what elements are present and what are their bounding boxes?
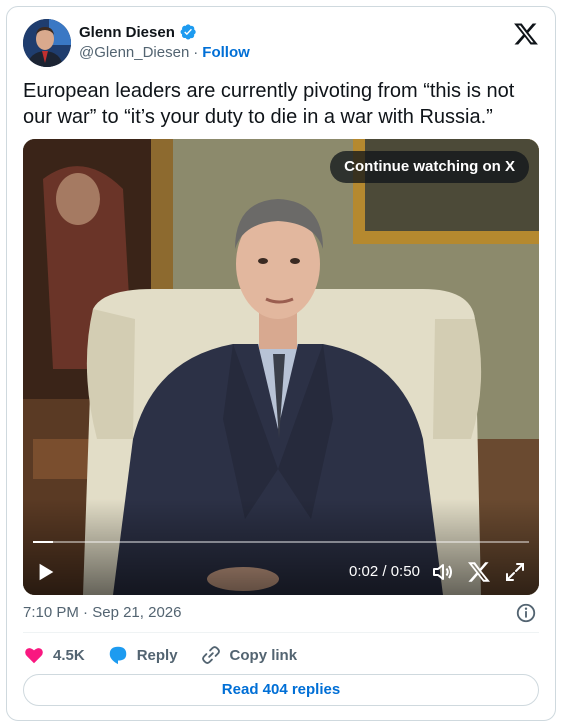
- play-icon[interactable]: [35, 561, 57, 583]
- timestamp-separator: ·: [83, 604, 89, 621]
- author-name[interactable]: Glenn Diesen: [79, 24, 175, 41]
- video-time-total: 0:50: [390, 563, 420, 580]
- read-replies-button[interactable]: Read 404 replies: [23, 674, 539, 706]
- x-video-logo-icon[interactable]: [467, 560, 491, 584]
- video-frame: [23, 139, 539, 595]
- video-time-separator: /: [378, 563, 391, 580]
- video-progress-bar[interactable]: [33, 541, 529, 543]
- info-icon[interactable]: [515, 602, 537, 624]
- heart-icon: [25, 648, 43, 664]
- reply-label: Reply: [136, 646, 178, 664]
- divider: [23, 632, 539, 633]
- video-player[interactable]: Continue watching on X 0:02 / 0:50: [23, 139, 539, 595]
- volume-icon[interactable]: [431, 560, 455, 584]
- verified-badge-icon: [180, 24, 196, 40]
- like-count: 4.5K: [53, 646, 85, 664]
- continue-watching-button[interactable]: Continue watching on X: [330, 151, 529, 183]
- video-time-current: 0:02: [349, 563, 379, 580]
- link-icon: [201, 646, 220, 664]
- video-time: 0:02 / 0:50: [349, 563, 420, 580]
- author-handle[interactable]: @Glenn_Diesen: [79, 44, 189, 61]
- reply-bubble-icon: [109, 646, 126, 665]
- reply-button[interactable]: Reply: [107, 644, 178, 666]
- tweet-date: Sep 21, 2026: [92, 604, 182, 621]
- author-handle-row: @Glenn_Diesen · Follow: [79, 44, 250, 61]
- tweet-timestamp[interactable]: 7:10 PM · Sep 21, 2026: [23, 604, 181, 621]
- tweet-text: European leaders are currently pivoting …: [23, 80, 515, 128]
- fullscreen-icon[interactable]: [503, 560, 527, 584]
- tweet-card: Glenn Diesen @Glenn_Diesen · Follow Euro…: [6, 6, 556, 721]
- like-button[interactable]: 4.5K: [23, 644, 85, 666]
- author-name-row: Glenn Diesen: [79, 23, 197, 41]
- copy-link-button[interactable]: Copy link: [200, 644, 298, 666]
- tweet-time: 7:10 PM: [23, 604, 79, 621]
- avatar[interactable]: [23, 19, 71, 67]
- tweet-actions: 4.5K Reply Copy link: [23, 644, 319, 666]
- x-logo-icon[interactable]: [513, 21, 539, 47]
- separator-dot: ·: [193, 44, 199, 61]
- video-progress-fill: [33, 541, 53, 543]
- copy-link-label: Copy link: [229, 646, 298, 664]
- follow-button[interactable]: Follow: [202, 44, 250, 61]
